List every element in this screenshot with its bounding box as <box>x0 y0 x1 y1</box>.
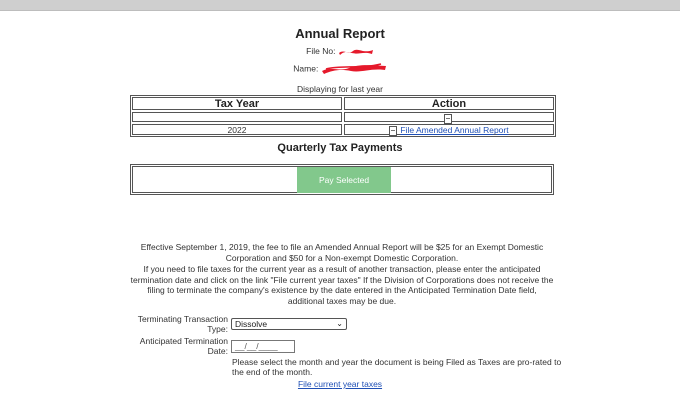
browser-top-bar <box>0 0 680 11</box>
tax-year-cell: 2022 <box>132 124 342 135</box>
column-header-action: Action <box>344 97 554 110</box>
table-row-blank <box>131 111 555 124</box>
termination-date-label-line1: Anticipated Termination <box>139 336 228 346</box>
document-icon <box>389 125 398 136</box>
name-redaction <box>321 63 387 75</box>
file-no-label: File No: <box>306 46 336 56</box>
chevron-down-icon: ⌄ <box>336 319 343 328</box>
displaying-text: Displaying for last year <box>297 84 383 94</box>
transaction-type-value: Dissolve <box>235 319 268 329</box>
quarterly-payments-table: Pay Selected <box>130 164 554 195</box>
quarterly-tax-title: Quarterly Tax Payments <box>277 142 403 154</box>
termination-date-input[interactable]: __/__/____ <box>231 340 295 353</box>
termination-date-label-line2: Date: <box>207 346 228 356</box>
action-cell: File Amended Annual Report <box>344 124 554 136</box>
table-cell-empty <box>132 112 342 122</box>
file-amended-annual-report-link[interactable]: File Amended Annual Report <box>400 125 508 135</box>
transaction-type-label: Terminating Transaction Type: <box>134 314 228 334</box>
name-label: Name: <box>293 63 319 74</box>
termination-date-label: Anticipated Termination Date: <box>134 336 228 356</box>
transaction-type-label-line2: Type: <box>207 324 228 334</box>
pay-selected-button[interactable]: Pay Selected <box>297 167 391 193</box>
transaction-type-select[interactable]: Dissolve ⌄ <box>231 318 347 330</box>
table-row: 2022 File Amended Annual Report <box>131 123 555 136</box>
file-no-redaction <box>338 48 374 56</box>
column-header-tax-year: Tax Year <box>132 97 342 110</box>
file-current-year-taxes-row: File current year taxes <box>0 379 680 389</box>
transaction-type-label-line1: Terminating Transaction <box>137 314 228 324</box>
page-title: Annual Report <box>295 26 385 41</box>
table-cell-icon <box>344 112 554 124</box>
termination-notice: If you need to file taxes for the curren… <box>130 264 554 306</box>
annual-report-table: Tax Year Action 2022 File Amended Annual… <box>130 95 556 137</box>
pro-rated-note: Please select the month and year the doc… <box>232 357 562 377</box>
file-current-year-taxes-link[interactable]: File current year taxes <box>298 379 382 389</box>
name-row: Name: <box>0 63 680 75</box>
fee-notice: Effective September 1, 2019, the fee to … <box>140 242 544 263</box>
document-icon <box>443 113 452 124</box>
quarterly-payments-inner: Pay Selected <box>132 166 552 193</box>
file-no-row: File No: <box>0 46 680 56</box>
table-header-row: Tax Year Action <box>131 96 555 111</box>
